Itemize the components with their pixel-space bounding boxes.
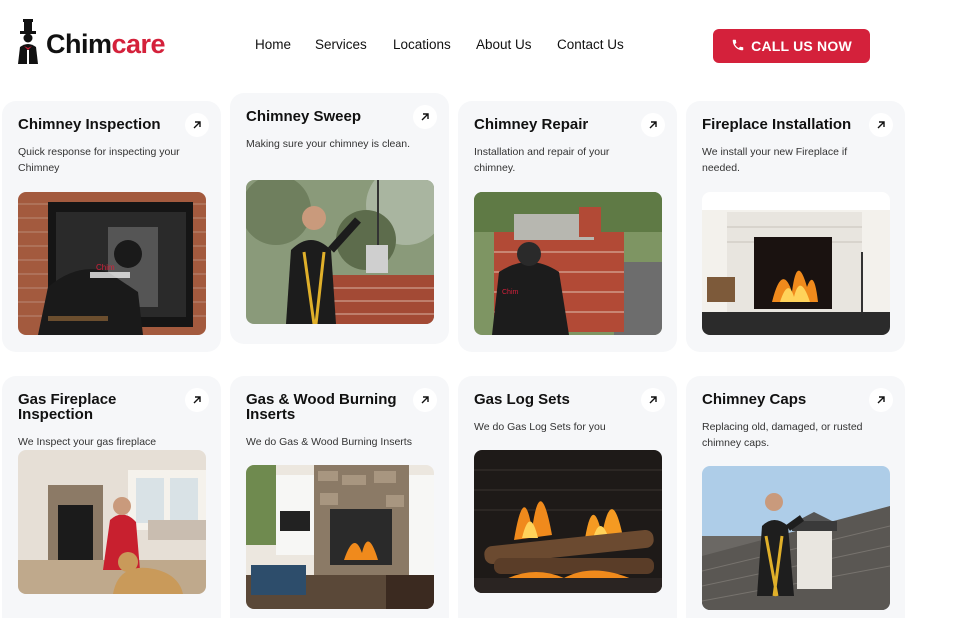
service-card-fireplace-installation[interactable]: Fireplace Installation We install your n… xyxy=(686,101,905,352)
card-title: Gas & Wood Burning Inserts xyxy=(246,391,397,423)
service-card-gas-wood-burning-inserts[interactable]: Gas & Wood Burning Inserts We do Gas & W… xyxy=(230,376,449,618)
card-title: Gas Log Sets xyxy=(474,391,570,408)
card-title: Chimney Sweep xyxy=(246,108,362,125)
card-title: Chimney Inspection xyxy=(18,116,161,133)
card-image-stone-fireplace-insert xyxy=(246,465,434,609)
arrow-up-right-icon[interactable] xyxy=(869,388,893,412)
arrow-up-right-icon[interactable] xyxy=(641,113,665,137)
card-title: Chimney Caps xyxy=(702,391,807,408)
card-image-worker-sweeping-chimney xyxy=(246,180,434,324)
card-image-technician-inspecting-fireplace: Chim xyxy=(18,192,206,335)
card-description: Quick response for inspecting your Chimn… xyxy=(18,146,180,174)
arrow-up-right-icon[interactable] xyxy=(185,113,209,137)
card-description: We do Gas & Wood Burning Inserts xyxy=(246,436,412,448)
call-us-now-button[interactable]: CALL US NOW xyxy=(713,29,870,63)
card-image-worker-installing-chimney-cap xyxy=(702,466,890,610)
arrow-up-right-icon[interactable] xyxy=(185,388,209,412)
service-card-gas-fireplace-inspection[interactable]: Gas Fireplace Inspection We Inspect your… xyxy=(2,376,221,618)
nav-home[interactable]: Home xyxy=(255,37,291,52)
service-card-chimney-sweep[interactable]: Chimney Sweep Making sure your chimney i… xyxy=(230,93,449,344)
card-image-burning-gas-logs xyxy=(474,450,662,593)
card-title: Gas Fireplace Inspection xyxy=(18,391,117,423)
brand-logo[interactable]: Chimcare xyxy=(14,18,166,66)
nav-contact-us[interactable]: Contact Us xyxy=(557,37,624,52)
card-image-white-fireplace-with-fire xyxy=(702,192,890,335)
service-card-chimney-repair[interactable]: Chimney Repair Installation and repair o… xyxy=(458,101,677,352)
arrow-up-right-icon[interactable] xyxy=(869,113,893,137)
card-description: Making sure your chimney is clean. xyxy=(246,138,410,150)
card-image-technician-with-dog xyxy=(18,450,206,594)
service-card-chimney-inspection[interactable]: Chimney Inspection Quick response for in… xyxy=(2,101,221,352)
chimney-sweep-logo-icon xyxy=(14,19,42,65)
svg-text:Chim: Chim xyxy=(502,289,519,296)
nav-about-us[interactable]: About Us xyxy=(476,37,532,52)
card-description: We install your new Fireplace if needed. xyxy=(702,146,848,174)
card-description: We do Gas Log Sets for you xyxy=(474,421,606,433)
card-title: Fireplace Installation xyxy=(702,116,852,133)
nav-locations[interactable]: Locations xyxy=(393,37,451,52)
card-description: Installation and repair of your chimney. xyxy=(474,146,610,174)
svg-text:Chim: Chim xyxy=(96,263,115,272)
nav-services[interactable]: Services xyxy=(315,37,367,52)
phone-icon xyxy=(731,38,745,55)
card-description: Replacing old, damaged, or rusted chimne… xyxy=(702,421,863,449)
arrow-up-right-icon[interactable] xyxy=(413,388,437,412)
card-description: We Inspect your gas fireplace xyxy=(18,436,157,448)
arrow-up-right-icon[interactable] xyxy=(413,105,437,129)
service-card-chimney-caps[interactable]: Chimney Caps Replacing old, damaged, or … xyxy=(686,376,905,618)
arrow-up-right-icon[interactable] xyxy=(641,388,665,412)
service-card-gas-log-sets[interactable]: Gas Log Sets We do Gas Log Sets for you xyxy=(458,376,677,618)
call-us-now-label: CALL US NOW xyxy=(751,38,852,54)
card-title: Chimney Repair xyxy=(474,116,589,133)
brand-name: Chimcare xyxy=(46,28,166,59)
card-image-technician-repairing-chimney: Chim xyxy=(474,192,662,335)
